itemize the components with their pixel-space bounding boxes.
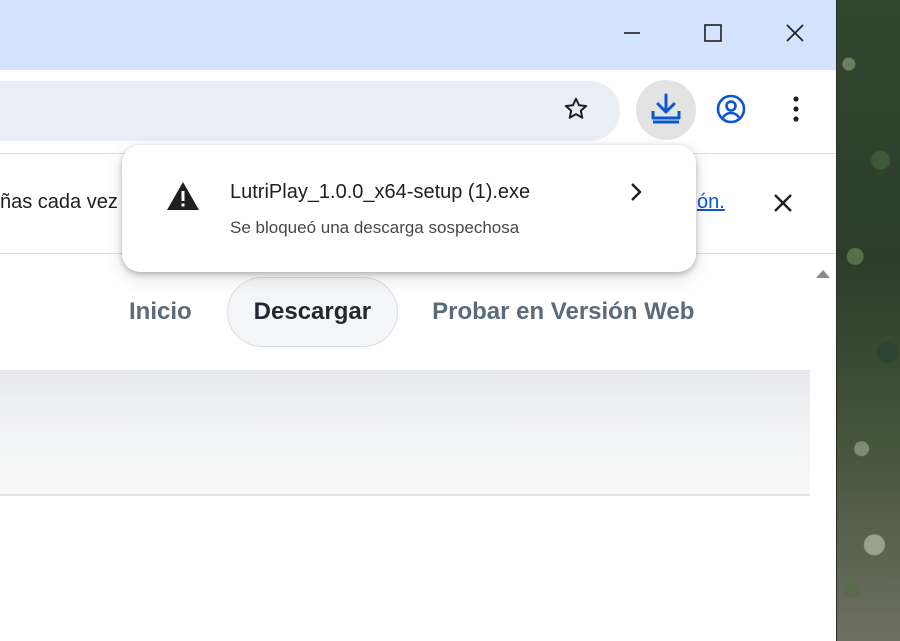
site-nav: Inicio Descargar Probar en Versión Web [129,276,694,348]
downloads-button[interactable] [636,80,696,140]
download-filename: LutriPlay_1.0.0_x64-setup (1).exe [230,181,531,203]
star-icon [562,95,590,127]
close-icon [784,22,806,48]
warning-icon [166,181,200,215]
profile-icon [715,93,747,129]
maximize-icon [703,23,723,47]
info-bar-text: ñas cada vez [0,191,118,213]
close-window-button[interactable] [773,14,817,56]
browser-toolbar [0,70,836,153]
chevron-right-icon[interactable] [628,181,644,207]
browser-window: ñas cada vez ón. Inicio Descargar Probar… [0,0,837,641]
download-icon [649,91,683,129]
nav-probar-web[interactable]: Probar en Versión Web [432,298,694,326]
info-bar-link[interactable]: ón. [697,191,725,214]
minimize-button[interactable] [610,14,654,56]
page-banner [0,370,810,496]
download-bubble[interactable]: LutriPlay_1.0.0_x64-setup (1).exe Se blo… [122,145,696,272]
minimize-icon [622,23,642,47]
nav-descargar[interactable]: Descargar [226,277,399,347]
scrollbar[interactable] [810,254,836,641]
profile-button[interactable] [710,90,752,132]
desktop-wallpaper [836,0,900,641]
download-status: Se bloqueó una descarga sospechosa [230,218,520,237]
address-bar[interactable] [0,81,620,141]
kebab-menu-icon [791,95,801,127]
scroll-up-arrow-icon[interactable] [815,264,831,283]
info-bar-close-button[interactable] [770,190,796,216]
nav-inicio[interactable]: Inicio [129,298,192,326]
maximize-button[interactable] [691,14,735,56]
menu-button[interactable] [776,90,816,132]
title-bar [0,0,836,70]
bookmark-button[interactable] [556,91,596,131]
close-icon [770,194,796,220]
